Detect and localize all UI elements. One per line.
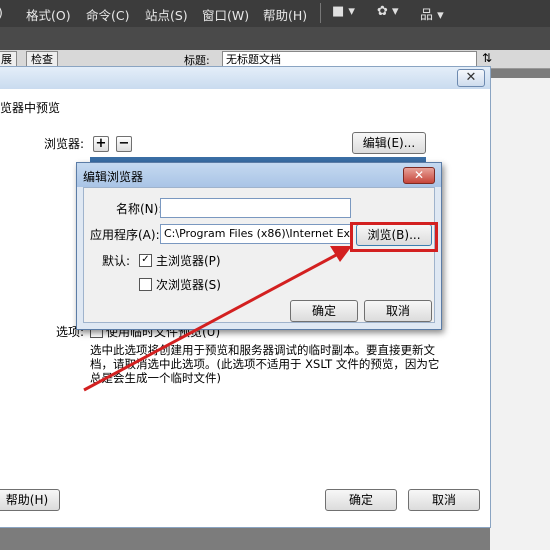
annotation-arrow-icon <box>83 246 352 392</box>
